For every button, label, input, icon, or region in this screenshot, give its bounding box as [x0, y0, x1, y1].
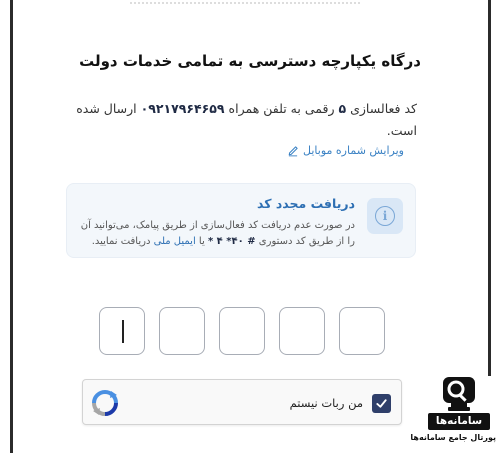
edit-mobile-link[interactable]: ویرایش شماره موبایل — [287, 144, 404, 157]
otp-digit-5[interactable] — [99, 307, 145, 355]
national-email-link[interactable]: ایمیل ملی — [154, 236, 196, 247]
phone-number: ۰۹۲۱۷۹۶۴۶۵۹ — [140, 101, 225, 116]
frame-border-left — [0, 0, 14, 453]
recaptcha-logo-icon — [92, 390, 118, 416]
otp-input-group — [99, 307, 385, 355]
brand-tagline: پورتال جامع سامانه‌ها — [410, 433, 496, 442]
code-length: ۵ — [338, 101, 347, 116]
ussd-code: # ۴۰* ۴ * — [207, 236, 256, 247]
recaptcha-checkbox[interactable] — [372, 394, 391, 413]
verification-message: کد فعالسازی ۵ رقمی به تلفن همراه ۰۹۲۱۷۹۶… — [72, 98, 417, 142]
checkmark-icon — [376, 399, 387, 408]
pencil-icon — [288, 145, 298, 156]
brand-logo-icon — [443, 377, 475, 411]
resend-instructions: در صورت عدم دریافت کد فعال‌سازی از طریق … — [70, 218, 355, 250]
recaptcha-label: من ربات نیستم — [289, 396, 363, 410]
otp-digit-2[interactable] — [279, 307, 325, 355]
otp-digit-3[interactable] — [219, 307, 265, 355]
verification-text-2: رقمی به تلفن همراه — [228, 101, 335, 116]
info-icon: i — [375, 206, 395, 226]
resend-text-2: یا — [198, 236, 205, 247]
resend-text-3: دریافت نمایید. — [91, 236, 151, 247]
page-title: درگاه یکپارچه دسترسی به تمامی خدمات دولت — [79, 52, 421, 70]
otp-digit-4[interactable] — [159, 307, 205, 355]
resend-code-title[interactable]: دریافت مجدد کد — [257, 196, 355, 211]
verification-text-1: کد فعالسازی — [350, 101, 417, 116]
recaptcha-widget: من ربات نیستم — [82, 379, 402, 425]
watermark-brand: سامانه‌ها پورتال جامع سامانه‌ها — [410, 376, 500, 453]
brand-name: سامانه‌ها — [428, 413, 490, 430]
info-icon-container: i — [367, 198, 403, 234]
resend-code-panel: i دریافت مجدد کد در صورت عدم دریافت کد ف… — [66, 183, 416, 258]
otp-digit-1[interactable] — [339, 307, 385, 355]
edit-mobile-label: ویرایش شماره موبایل — [303, 144, 404, 157]
cropped-header-remnant — [130, 0, 360, 4]
